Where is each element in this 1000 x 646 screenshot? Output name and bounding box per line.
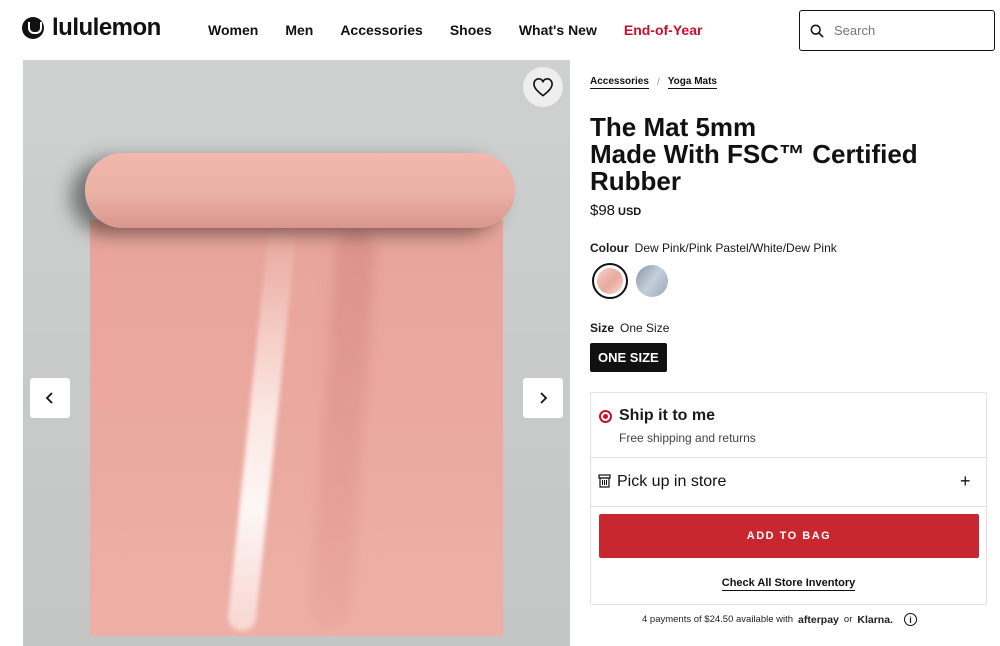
colour-swatch-blue[interactable] [636, 265, 668, 297]
product-title-line-1: The Mat 5mm [590, 112, 757, 142]
heart-outline-icon [533, 77, 553, 97]
lululemon-logo-icon [22, 17, 44, 39]
ship-it-option[interactable]: Ship it to me Free shipping and returns [591, 393, 986, 458]
chevron-left-icon [45, 392, 53, 404]
breadcrumb-separator: / [656, 77, 660, 88]
wishlist-button[interactable] [523, 67, 563, 107]
plus-icon[interactable]: + [960, 472, 971, 490]
afterpay-logo[interactable]: afterpay [798, 614, 839, 626]
nav-women[interactable]: Women [208, 22, 258, 38]
colour-swatch-dew-pink[interactable] [592, 263, 628, 299]
store-icon [598, 474, 611, 488]
breadcrumb-accessories[interactable]: Accessories [590, 76, 649, 89]
pickup-title: Pick up in store [617, 473, 727, 490]
product-image-mat-roll [85, 153, 515, 228]
breadcrumb-yoga-mats[interactable]: Yoga Mats [667, 76, 717, 89]
search-input[interactable] [834, 23, 974, 38]
ship-subtitle: Free shipping and returns [619, 431, 756, 445]
nav-whats-new[interactable]: What's New [519, 22, 597, 38]
size-value: One Size [620, 321, 670, 335]
ship-radio-selected[interactable] [599, 410, 612, 423]
price-amount: $98 [590, 202, 616, 219]
search-box[interactable] [799, 10, 995, 51]
colour-selector-label: Colour Dew Pink/Pink Pastel/White/Dew Pin… [590, 241, 837, 255]
installments-or: or [843, 614, 853, 625]
brand-logo[interactable]: lululemon [22, 14, 161, 42]
product-price: $98 USD [590, 202, 641, 219]
size-label: Size [590, 321, 615, 335]
nav-men[interactable]: Men [285, 22, 313, 38]
site-header: lululemon Women Men Accessories Shoes Wh… [0, 0, 1000, 60]
price-currency: USD [618, 206, 642, 218]
delivery-options: Ship it to me Free shipping and returns … [590, 392, 987, 605]
nav-shoes[interactable]: Shoes [450, 22, 492, 38]
colour-swatch-fill [597, 268, 623, 294]
gallery-prev-button[interactable] [30, 378, 70, 418]
colour-value: Dew Pink/Pink Pastel/White/Dew Pink [634, 241, 837, 255]
size-selector-label: Size One Size [590, 321, 669, 335]
search-icon [810, 24, 824, 37]
size-one-size-button[interactable]: ONE SIZE [590, 343, 667, 372]
product-title-line-2: Made With FSC™ Certified [590, 139, 918, 169]
product-title: The Mat 5mm Made With FSC™ Certified Rub… [590, 114, 987, 195]
nav-accessories[interactable]: Accessories [340, 22, 423, 38]
ship-title: Ship it to me [619, 407, 715, 424]
gallery-next-button[interactable] [523, 378, 563, 418]
product-image-gallery [23, 60, 570, 646]
add-to-bag-button[interactable]: ADD TO BAG [599, 514, 979, 558]
check-store-inventory-link[interactable]: Check All Store Inventory [721, 577, 856, 591]
chevron-right-icon [540, 392, 548, 404]
breadcrumb: Accessories / Yoga Mats [590, 76, 717, 89]
installments-text: 4 payments of $24.50 available with [642, 614, 794, 625]
payment-installments: 4 payments of $24.50 available with afte… [642, 613, 917, 626]
klarna-logo[interactable]: Klarna. [857, 614, 893, 626]
inventory-link-wrap: Check All Store Inventory [591, 573, 986, 591]
brand-wordmark: lululemon [52, 14, 161, 41]
colour-label: Colour [590, 241, 629, 255]
pickup-option[interactable]: Pick up in store + [591, 458, 986, 507]
nav-end-of-year[interactable]: End-of-Year [624, 22, 703, 38]
main-nav: Women Men Accessories Shoes What's New E… [208, 22, 729, 38]
info-icon[interactable]: i [903, 613, 917, 626]
product-title-line-3: Rubber [590, 166, 681, 196]
product-image-mat-sheet [90, 220, 503, 636]
